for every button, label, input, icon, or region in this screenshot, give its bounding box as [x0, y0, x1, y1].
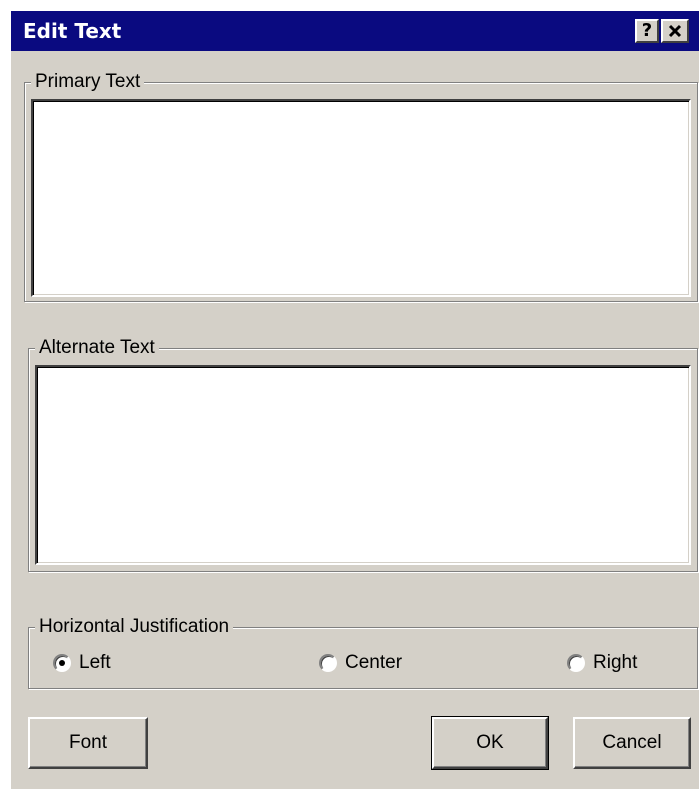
primary-text-label: Primary Text	[31, 71, 145, 93]
justify-left-label: Left	[79, 652, 111, 673]
radio-unchecked-icon	[319, 654, 337, 672]
justify-left-radio[interactable]: Left	[53, 652, 111, 674]
help-button[interactable]: ?	[635, 19, 659, 43]
justify-center-radio[interactable]: Center	[319, 652, 402, 674]
justify-right-label: Right	[593, 652, 638, 673]
font-button-label: Font	[68, 732, 108, 753]
primary-text-input[interactable]	[31, 99, 691, 297]
radio-unchecked-icon	[567, 654, 585, 672]
alternate-text-label: Alternate Text	[35, 337, 159, 359]
close-icon	[668, 24, 682, 38]
font-button[interactable]: Font	[28, 717, 148, 769]
justify-center-label: Center	[345, 652, 403, 673]
cancel-button[interactable]: Cancel	[573, 717, 691, 769]
title-bar[interactable]: Edit Text ?	[11, 11, 699, 51]
horizontal-justification-label: Horizontal Justification	[35, 616, 234, 638]
radio-checked-icon	[53, 654, 71, 672]
cancel-button-label: Cancel	[602, 732, 662, 753]
ok-button-label: OK	[476, 732, 504, 753]
alternate-text-input[interactable]	[35, 365, 691, 565]
close-button[interactable]	[661, 19, 689, 43]
justify-right-radio[interactable]: Right	[567, 652, 637, 674]
question-icon: ?	[641, 20, 653, 41]
primary-text-group: Primary Text	[24, 71, 698, 302]
window-title: Edit Text	[23, 19, 122, 43]
horizontal-justification-group: Horizontal Justification Left Center Rig…	[28, 616, 698, 689]
edit-text-dialog: Edit Text ? Primary Text Alternate Text …	[10, 10, 699, 789]
alternate-text-group: Alternate Text	[28, 337, 698, 572]
ok-button[interactable]: OK	[431, 716, 549, 770]
